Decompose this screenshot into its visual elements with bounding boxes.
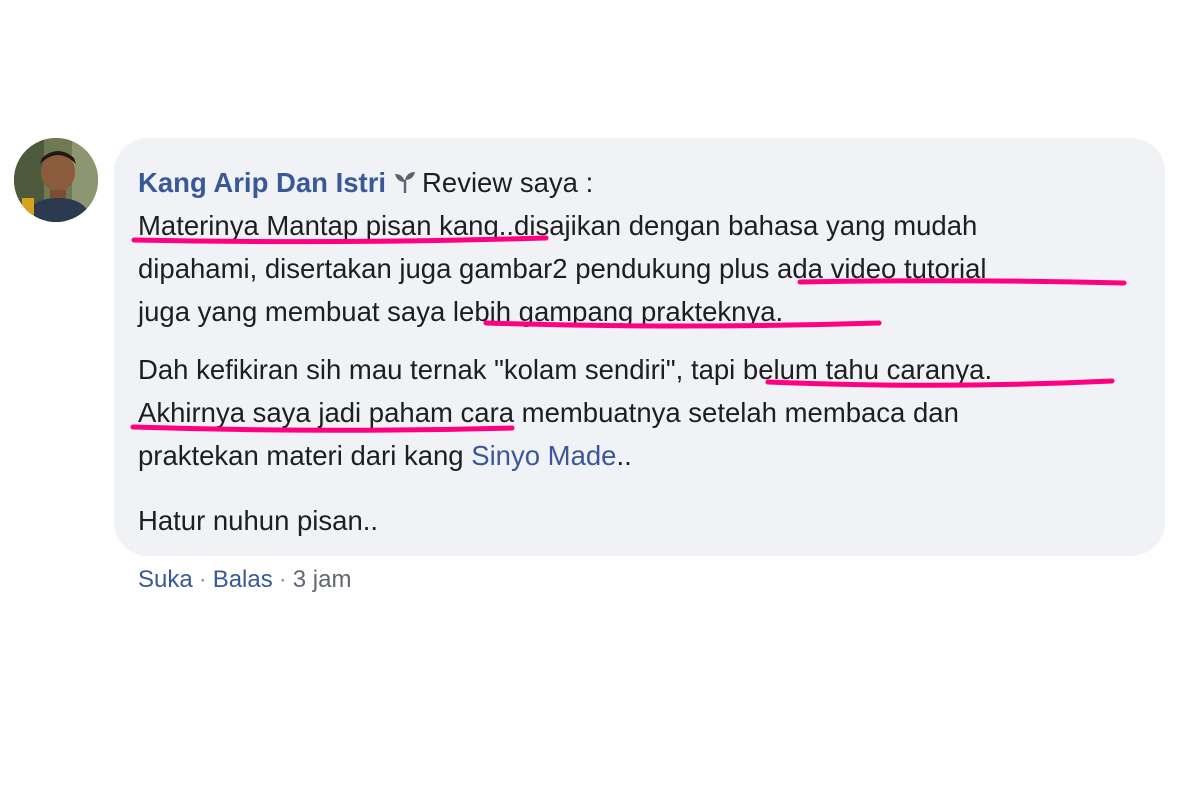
highlight-paham: Akhirnya saya jadi paham [138,397,453,428]
highlight-materi: Materinya Mantap pisan kang [138,210,499,241]
paragraph2-line1: Dah kefikiran sih mau ternak "kolam send… [138,348,992,391]
highlight-caranya: tapi belum tahu caranya. [690,354,993,385]
like-link[interactable]: Suka [138,566,193,593]
paragraph2-line3: praktekan materi dari kang Sinyo Made.. [138,434,992,477]
paragraph2-line2: Akhirnya saya jadi paham cara membuatnya… [138,391,992,434]
comment-actions: Suka · Balas · 3 jam [138,560,351,600]
paragraph2-line2-rest: cara membuatnya setelah membaca dan [452,397,959,428]
sprout-icon [392,164,418,193]
paragraph2-line3-end: .. [616,440,632,471]
avatar[interactable] [14,138,98,222]
paragraph1-line2: dipahami, disertakan juga gambar2 penduk… [138,247,987,290]
comment-closing: Hatur nuhun pisan.. [138,499,378,542]
separator: · [198,566,207,593]
reply-link[interactable]: Balas [213,566,273,593]
paragraph1-line1: Materinya Mantap pisan kang..disajikan d… [138,204,987,247]
comment-body: Kang Arip Dan Istri Review saya : Materin… [138,161,987,333]
paragraph1-line2-start: dipahami, disertakan juga gambar2 penduk… [138,253,719,284]
paragraph2-line1-start: Dah kefikiran sih mau ternak "kolam send… [138,354,691,385]
author-name-link[interactable]: Kang Arip Dan Istri [138,167,386,198]
comment-thread: Kang Arip Dan Istri Review saya : Materin… [0,0,1200,800]
separator: · [278,566,287,593]
highlight-video: plus ada video tutorial [718,253,987,284]
paragraph2-line3-start: praktekan materi dari kang [138,440,472,471]
paragraph1-line3: juga yang membuat saya lebih gampang pra… [138,290,987,333]
avatar-image [14,138,98,222]
comment-paragraph2: Dah kefikiran sih mau ternak "kolam send… [138,348,992,477]
timestamp-link[interactable]: 3 jam [293,566,352,593]
intro-text: Review saya : [422,167,594,198]
mention-link[interactable]: Sinyo Made [471,440,616,471]
paragraph1-line1-rest: ..disajikan dengan bahasa yang mudah [498,210,978,241]
paragraph1-line3-start: juga yang membuat saya [138,296,453,327]
comment-header-line: Kang Arip Dan Istri Review saya : [138,161,987,204]
closing-text: Hatur nuhun pisan.. [138,505,379,536]
highlight-praktek: lebih gampang prakteknya. [452,296,784,327]
